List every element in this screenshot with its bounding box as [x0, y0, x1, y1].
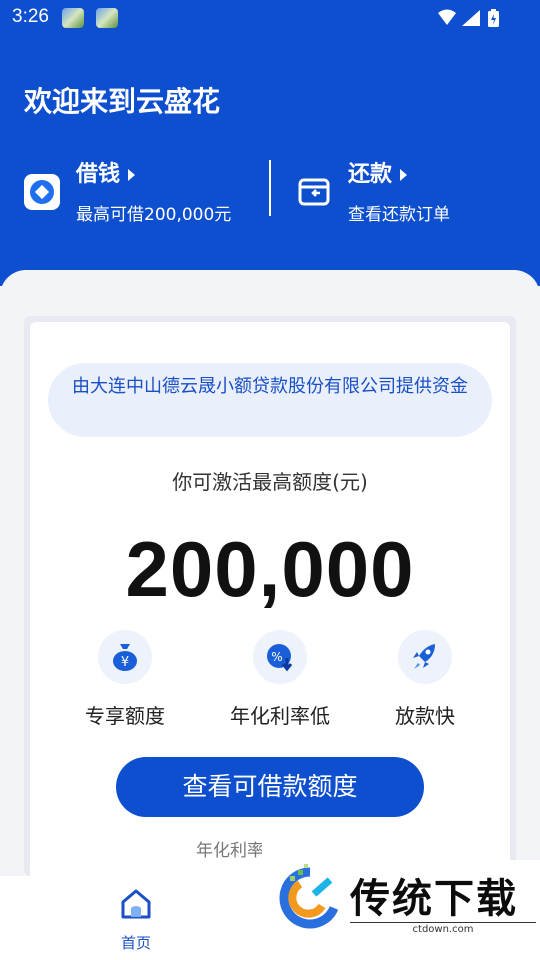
signal-icon — [462, 10, 480, 26]
wallet-icon — [296, 174, 332, 210]
percent-down-icon: % — [253, 630, 307, 684]
nav-home[interactable]: 首页 — [106, 888, 166, 953]
money-bag-icon: ¥ — [98, 630, 152, 684]
notification-app-icon — [96, 8, 118, 28]
watermark-logo-icon — [279, 864, 339, 929]
borrow-title: 借钱 — [76, 156, 136, 188]
header: 欢迎来到云盛花 借钱 最高可借200,000元 还款 查看还款订单 — [0, 36, 540, 286]
borrow-subtitle: 最高可借200,000元 — [76, 205, 232, 225]
limit-label: 你可激活最高额度(元) — [172, 470, 368, 494]
notification-app-icon — [62, 8, 84, 28]
svg-text:%: % — [271, 650, 282, 664]
watermark-url: ctdown.com — [350, 922, 536, 935]
arrow-right-icon — [128, 169, 136, 181]
home-icon — [121, 889, 151, 919]
status-icons — [438, 9, 499, 27]
svg-text:¥: ¥ — [121, 655, 129, 670]
funder-notice: 由大连中山德云晟小额贷款股份有限公司提供资金 — [48, 363, 492, 437]
battery-icon — [488, 9, 499, 27]
feature-low-rate: % 年化利率低 — [205, 630, 355, 729]
rocket-icon — [398, 630, 452, 684]
limit-amount: 200,000 — [125, 525, 415, 613]
status-time: 3:26 — [12, 6, 49, 27]
status-bar: 3:26 — [0, 0, 540, 36]
borrow-icon — [24, 174, 60, 210]
feature-exclusive-limit: ¥ 专享额度 — [50, 630, 200, 729]
feature-label: 放款快 — [395, 704, 455, 728]
view-limit-button[interactable]: 查看可借款额度 — [116, 757, 424, 817]
feature-label: 专享额度 — [85, 704, 165, 728]
rate-note: 年化利率 — [196, 841, 262, 861]
wifi-icon — [438, 9, 456, 25]
nav-home-label: 首页 — [120, 934, 151, 952]
watermark: 传统下载 ctdown.com — [268, 860, 540, 940]
repay-subtitle: 查看还款订单 — [348, 205, 450, 225]
feature-label: 年化利率低 — [230, 704, 330, 728]
borrow-entry[interactable]: 借钱 最高可借200,000元 — [24, 156, 254, 226]
welcome-title: 欢迎来到云盛花 — [24, 85, 221, 118]
header-divider — [269, 160, 271, 216]
watermark-text: 传统下载 — [350, 876, 518, 922]
repay-entry[interactable]: 还款 查看还款订单 — [296, 156, 516, 226]
feature-fast-loan: 放款快 — [350, 630, 500, 729]
arrow-right-icon — [400, 169, 408, 181]
repay-title: 还款 — [348, 156, 408, 188]
